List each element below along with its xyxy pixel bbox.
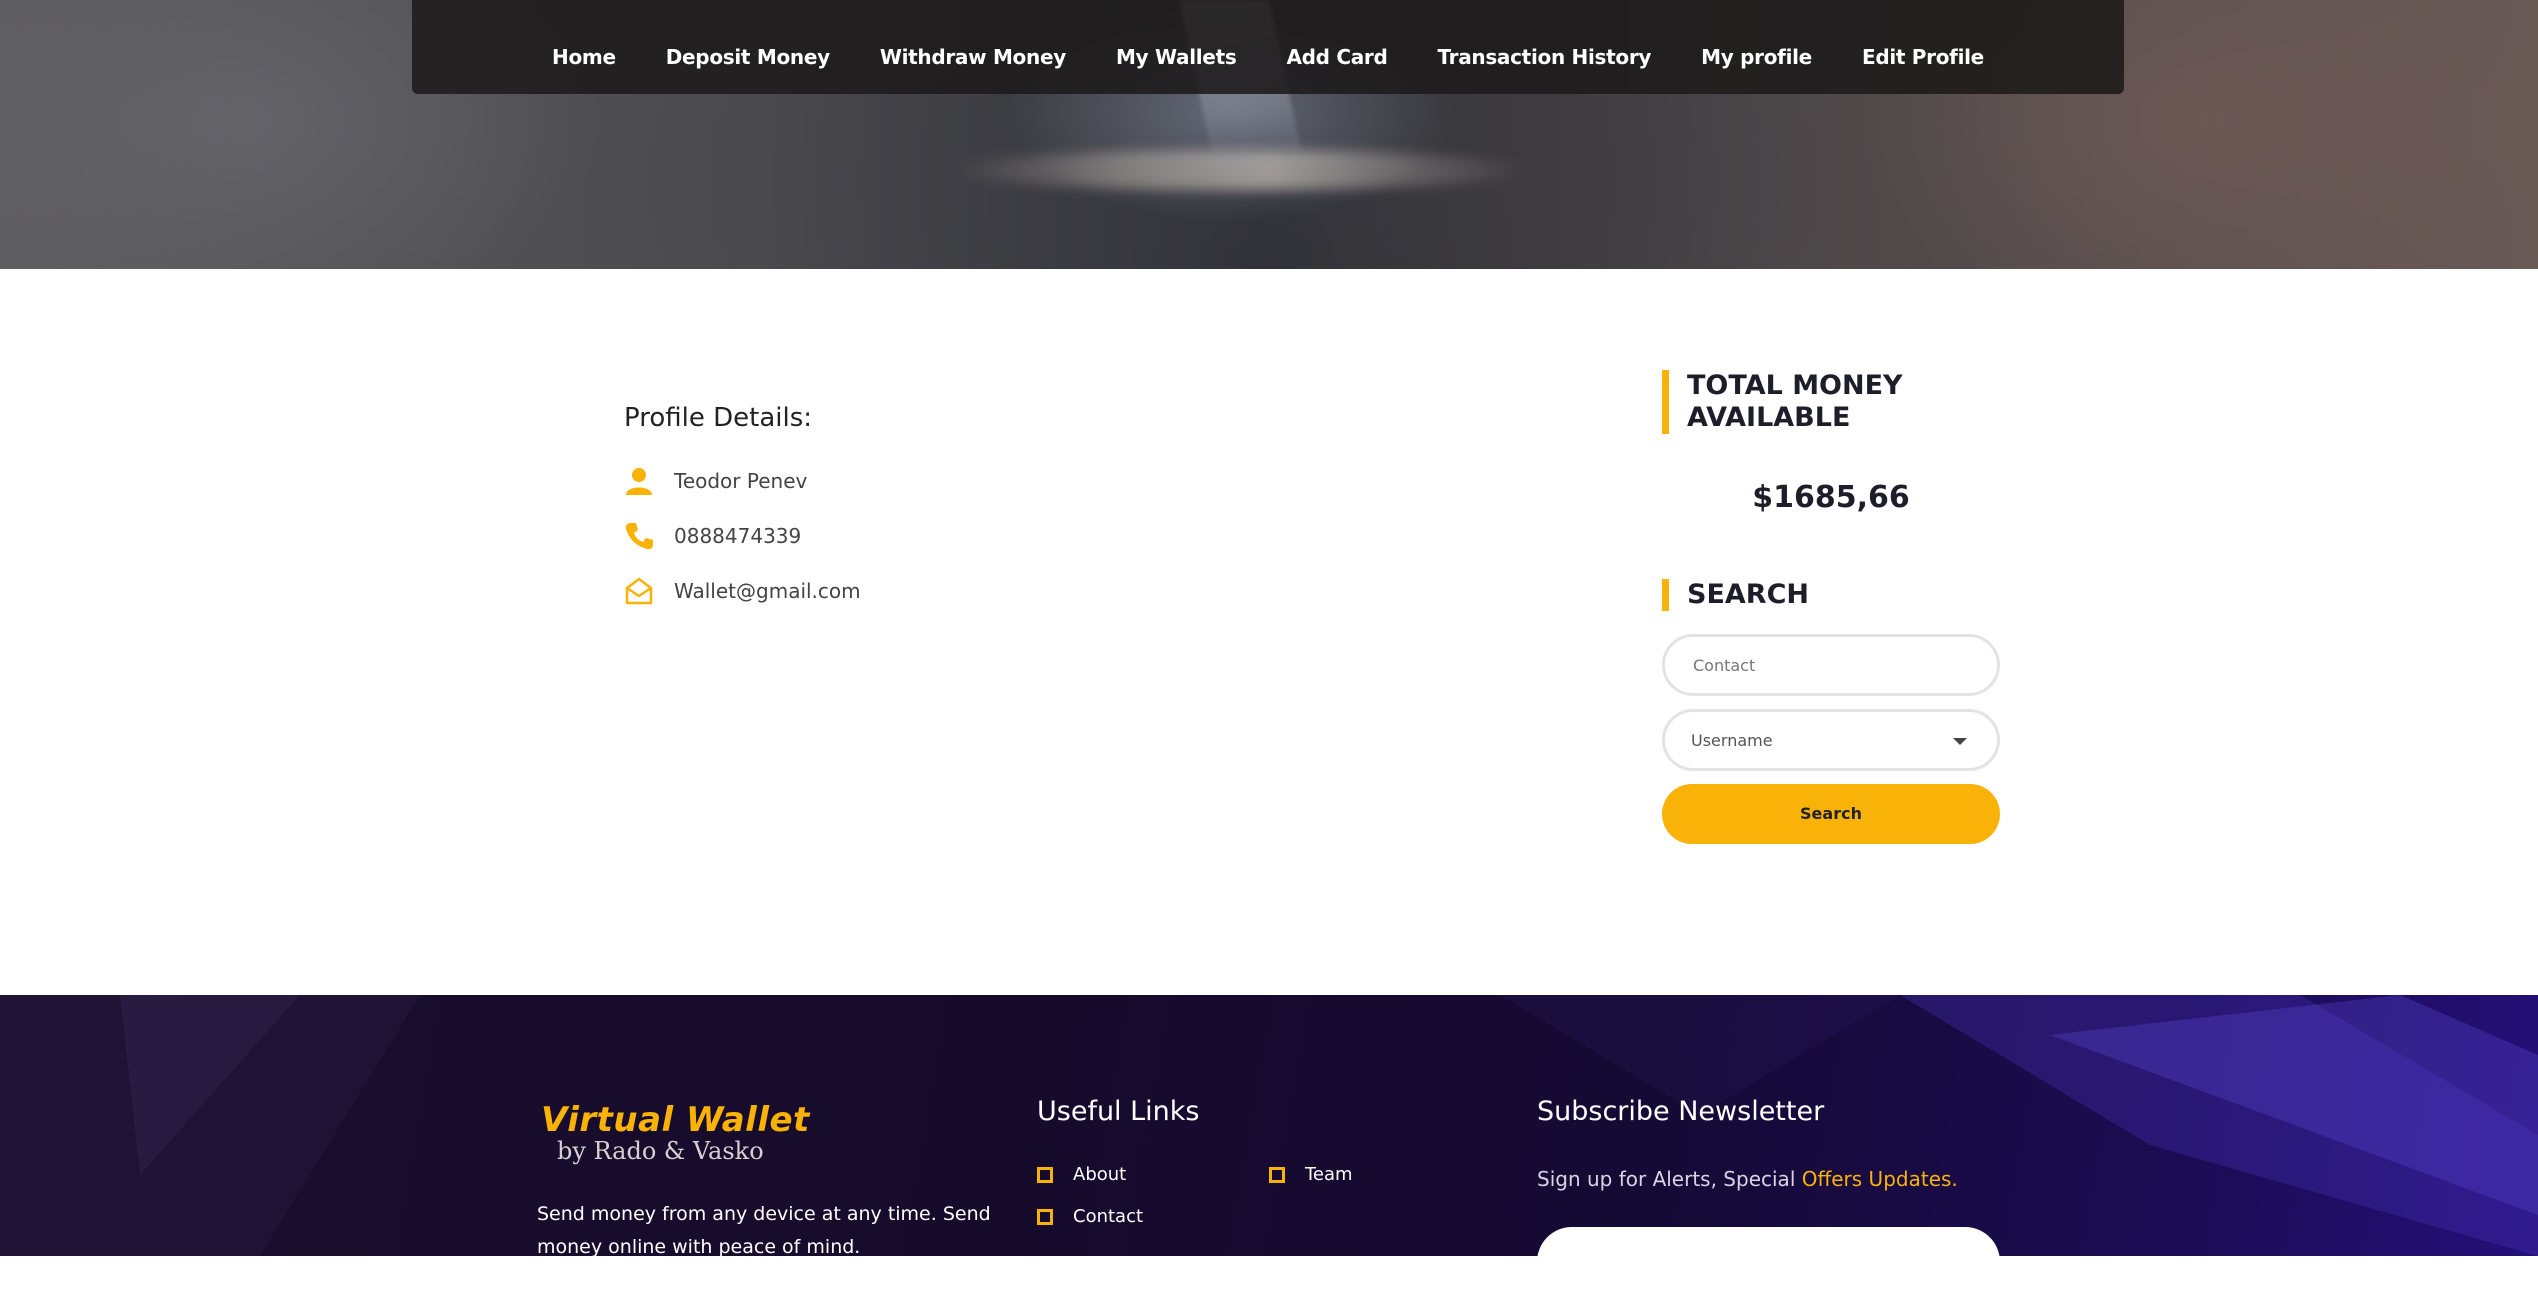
newsletter-heading: Subscribe Newsletter bbox=[1537, 1096, 1825, 1127]
square-bullet-icon bbox=[1269, 1166, 1285, 1183]
total-money-heading-line2: AVAILABLE bbox=[1687, 402, 1851, 433]
nav-edit-profile[interactable]: Edit Profile bbox=[1837, 45, 2009, 69]
nav-withdraw-money[interactable]: Withdraw Money bbox=[855, 45, 1091, 69]
footer-link-contact-label: Contact bbox=[1073, 1206, 1144, 1227]
profile-name: Teodor Penev bbox=[674, 469, 808, 493]
profile-email-row: Wallet@gmail.com bbox=[624, 576, 861, 606]
footer bbox=[0, 995, 2538, 1256]
hero-lens-reflection bbox=[950, 150, 1530, 190]
username-select-value: Username bbox=[1691, 730, 1773, 750]
footer-link-about[interactable]: About bbox=[1037, 1164, 1126, 1185]
profile-name-row: Teodor Penev bbox=[624, 466, 807, 496]
profile-details-title: Profile Details: bbox=[624, 403, 813, 433]
footer-link-about-label: About bbox=[1073, 1164, 1127, 1185]
profile-phone: 0888474339 bbox=[674, 524, 802, 548]
square-bullet-icon bbox=[1037, 1208, 1053, 1225]
phone-icon bbox=[624, 521, 654, 551]
square-bullet-icon bbox=[1037, 1166, 1053, 1183]
nav-my-profile[interactable]: My profile bbox=[1676, 45, 1837, 69]
newsletter-highlight: Offers Updates. bbox=[1801, 1167, 1958, 1191]
main-navbar: Home Deposit Money Withdraw Money My Wal… bbox=[412, 0, 2124, 94]
newsletter-text: Sign up for Alerts, Special bbox=[1537, 1167, 1802, 1191]
search-button[interactable]: Search bbox=[1662, 784, 2000, 844]
hero-banner: Home Deposit Money Withdraw Money My Wal… bbox=[0, 0, 2538, 269]
footer-link-team[interactable]: Team bbox=[1269, 1164, 1353, 1185]
profile-phone-row: 0888474339 bbox=[624, 521, 801, 551]
total-money-heading-line1: TOTAL MONEY bbox=[1687, 370, 1903, 401]
newsletter-description: Sign up for Alerts, Special Offers Updat… bbox=[1537, 1167, 1958, 1191]
envelope-icon bbox=[624, 576, 654, 606]
footer-logo-subtitle: by Rado & Vasko bbox=[557, 1137, 764, 1165]
contact-input[interactable] bbox=[1691, 654, 1975, 676]
footer-description: Send money from any device at any time. … bbox=[537, 1203, 991, 1258]
nav-list: Home Deposit Money Withdraw Money My Wal… bbox=[412, 0, 2124, 114]
username-select[interactable]: Username bbox=[1662, 709, 2000, 771]
user-icon bbox=[624, 466, 654, 496]
newsletter-email-input[interactable] bbox=[1537, 1227, 2000, 1297]
profile-email: Wallet@gmail.com bbox=[674, 579, 861, 603]
contact-input-wrapper bbox=[1662, 634, 2000, 696]
chevron-down-icon bbox=[1953, 738, 1967, 745]
nav-my-wallets[interactable]: My Wallets bbox=[1091, 45, 1262, 69]
footer-polygon-background bbox=[0, 995, 2538, 1256]
footer-logo: Virtual Wallet bbox=[541, 1100, 810, 1140]
total-money-heading: TOTAL MONEY AVAILABLE bbox=[1662, 370, 1903, 434]
useful-links-heading: Useful Links bbox=[1037, 1096, 1200, 1127]
total-money-amount: $1685,66 bbox=[1752, 480, 1910, 515]
search-heading: SEARCH bbox=[1662, 579, 1809, 611]
footer-link-contact[interactable]: Contact bbox=[1037, 1206, 1143, 1227]
nav-add-card[interactable]: Add Card bbox=[1261, 45, 1412, 69]
nav-transaction-history[interactable]: Transaction History bbox=[1412, 45, 1676, 69]
footer-link-team-label: Team bbox=[1305, 1164, 1353, 1185]
nav-deposit-money[interactable]: Deposit Money bbox=[641, 45, 855, 69]
nav-home[interactable]: Home bbox=[527, 45, 641, 69]
